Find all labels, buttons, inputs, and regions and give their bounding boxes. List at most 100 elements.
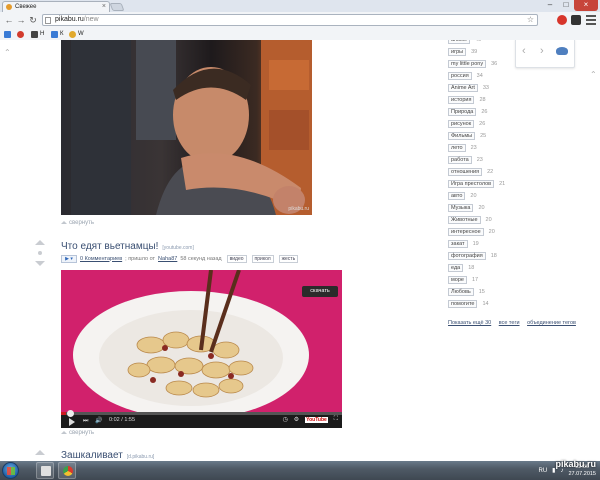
scroll-up-chevron-icon[interactable]: ⌃ [590,70,597,79]
tag-chip[interactable]: Anime Art [448,84,478,92]
download-button[interactable]: скачать [302,286,338,297]
adblock-extension-icon[interactable] [557,15,567,25]
address-bar[interactable]: pikabu.ru/new ☆ [42,14,538,26]
tag-count: 18 [468,265,475,271]
new-tab-button[interactable] [109,3,125,11]
chrome-icon [63,466,73,476]
merge-tags-link[interactable]: объединение тегов [527,320,576,326]
browser-chrome: Свежее × – □ × ← → ↻ pikabu.ru/new ☆ Н К… [0,0,600,40]
tag-count: 28 [479,97,486,103]
tag-chip[interactable]: рисунок [448,120,475,128]
video-scrub-handle[interactable] [67,410,74,417]
video-player[interactable]: скачать ⏭ 🔊 0:02 / 1:55 ◷ ⚙ YouTube ⛶ [61,270,342,428]
collapse-link[interactable]: свернуть [61,220,94,226]
bookmark-item[interactable]: W [69,28,84,40]
tag-count: 20 [485,217,492,223]
close-window-button[interactable]: × [574,0,598,11]
tag-count: 26 [481,109,488,115]
bookmark-icon [69,30,76,38]
taskbar-app-explorer[interactable] [36,462,54,479]
tag-chip[interactable]: история [448,96,475,104]
settings-gear-icon[interactable]: ⚙ [294,416,299,423]
post-title[interactable]: Зашкаливает [d.pikabu.ru] [61,450,154,461]
tag-chip[interactable]: игры [448,48,467,56]
video-right-controls: ◷ ⚙ YouTube ⛶ [283,416,339,423]
tag-chip[interactable]: еда [448,264,464,272]
collapse-link[interactable]: свернуть [61,430,94,436]
tag-chip[interactable]: море [448,276,467,284]
video-time: 0:02 / 1:55 [109,417,136,423]
tag-chip[interactable]: аниме [448,40,471,44]
watch-later-icon[interactable]: ◷ [283,416,288,423]
maximize-button[interactable]: □ [558,0,574,11]
volume-icon[interactable]: 🔊 [95,417,102,424]
food-plate-illustration [61,270,342,412]
back-arrow-icon[interactable]: ← [3,14,15,26]
reload-icon[interactable]: ↻ [27,14,39,26]
next-chevron-icon[interactable]: › [540,45,544,57]
post-source[interactable]: [d.pikabu.ru] [127,454,155,460]
posted-by-label: ; пришло от [125,255,156,262]
next-icon[interactable]: ⏭ [83,418,88,425]
bookmark-item[interactable]: К [51,28,64,40]
start-button[interactable] [2,462,19,479]
scroll-up-chevron-icon[interactable]: ⌃ [4,48,11,57]
comments-link[interactable]: 0 Комментариев [80,256,122,262]
play-dropdown-button[interactable]: ▶ ▾ [61,254,77,263]
tag-chip[interactable]: интересное [448,228,484,236]
youtube-logo-icon[interactable]: YouTube [305,416,328,423]
tag-chip[interactable]: отношения [448,168,483,176]
window-controls: – □ × [542,0,598,11]
extension-icon[interactable] [571,15,581,25]
tag-chip[interactable]: фотография [448,252,486,260]
tag-chip[interactable]: авто [448,192,466,200]
tag-row: Игра престолов 21 [448,180,505,188]
previous-chevron-icon[interactable]: ‹ [522,45,526,57]
tag-chip[interactable]: россия [448,72,472,80]
show-more-tags-link[interactable]: Показать ещё 30 [448,320,491,326]
play-icon[interactable] [69,418,75,426]
minimize-button[interactable]: – [542,0,558,11]
post-info-line: ▶ ▾ 0 Комментариев ; пришло от Naha87 58… [61,254,299,263]
bookmark-item[interactable] [17,28,26,40]
bookmark-star-icon[interactable]: ☆ [527,15,534,25]
video-progress-bar[interactable] [61,412,342,415]
tag-chip[interactable]: Животные [448,216,481,224]
tag-count: 14 [482,301,489,307]
bookmark-item[interactable] [4,28,13,40]
language-indicator[interactable]: RU [538,468,547,474]
tag-chip[interactable]: Фильмы [448,132,476,140]
site-watermark: pikabu.ru [555,459,596,469]
upvote-arrow-icon[interactable] [35,240,45,245]
post-tag[interactable]: видео [226,254,247,263]
fullscreen-icon[interactable]: ⛶ [334,416,338,423]
post-image[interactable]: pikabu.ru [61,40,312,215]
upvote-arrow-icon[interactable] [35,450,45,455]
post-tag[interactable]: прикол [251,254,274,263]
tag-chip[interactable]: Игра престолов [448,180,495,188]
post-time: 58 секунд назад [180,255,222,262]
tag-chip[interactable]: Музыка [448,204,474,212]
browser-tab[interactable]: Свежее × [2,1,110,12]
tag-count: 21 [499,181,506,187]
bookmark-item[interactable]: Н [31,28,44,40]
post-title[interactable]: Что едят вьетнамцы! [youtube.com] [61,241,194,252]
post-tag[interactable]: жесть [278,254,299,263]
tag-chip[interactable]: Любовь [448,288,474,296]
close-tab-icon[interactable]: × [102,2,106,12]
tag-chip[interactable]: помогите [448,300,478,308]
taskbar-app-chrome[interactable] [58,462,76,479]
tag-count: 22 [487,169,494,175]
post-source[interactable]: [youtube.com] [162,245,193,251]
tag-chip[interactable]: лето [448,144,466,152]
author-link[interactable]: Naha87 [158,256,177,262]
tag-row: работа 23 [448,156,483,164]
tag-chip[interactable]: закат [448,240,468,248]
chrome-menu-icon[interactable] [586,15,596,25]
tag-chip[interactable]: Природа [448,108,477,116]
forward-arrow-icon[interactable]: → [15,14,27,26]
tag-chip[interactable]: my little pony [448,60,487,68]
all-tags-link[interactable]: все теги [499,320,520,326]
downvote-arrow-icon[interactable] [35,261,45,266]
tag-chip[interactable]: работа [448,156,472,164]
